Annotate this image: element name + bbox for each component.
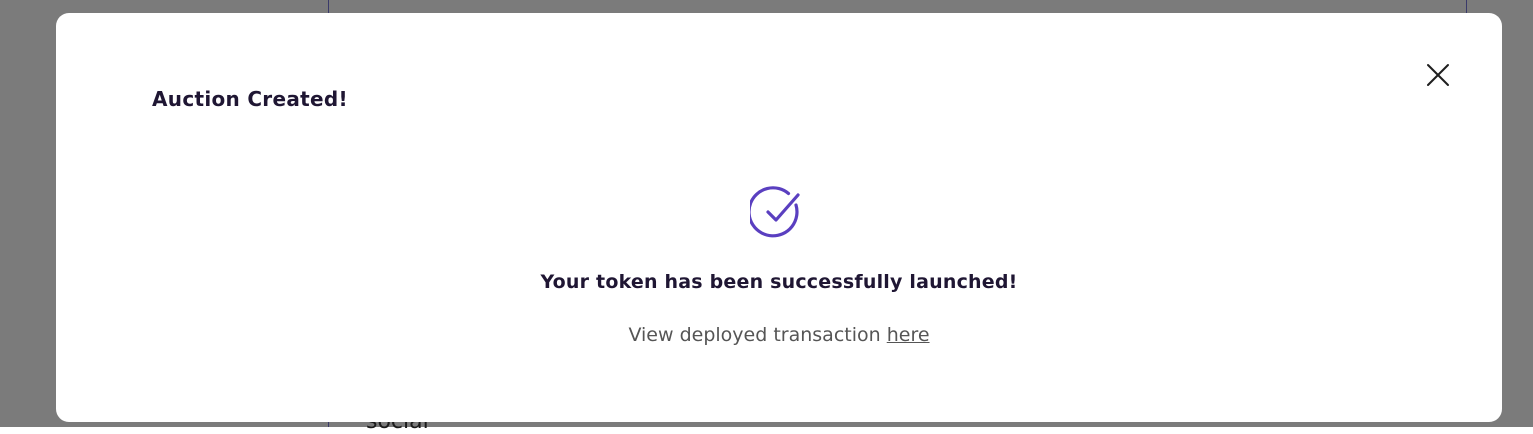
modal-title: Auction Created! — [152, 87, 348, 111]
transaction-line: View deployed transaction here — [56, 324, 1502, 346]
transaction-link[interactable]: here — [887, 324, 930, 346]
close-icon — [1427, 64, 1449, 86]
success-message: Your token has been successfully launche… — [540, 271, 1018, 293]
close-button[interactable] — [1422, 59, 1454, 91]
transaction-text: View deployed transaction — [628, 324, 881, 346]
background-divider — [1466, 0, 1467, 14]
success-modal: Auction Created! Your token has been suc… — [56, 13, 1502, 422]
check-circle-icon — [747, 183, 808, 241]
